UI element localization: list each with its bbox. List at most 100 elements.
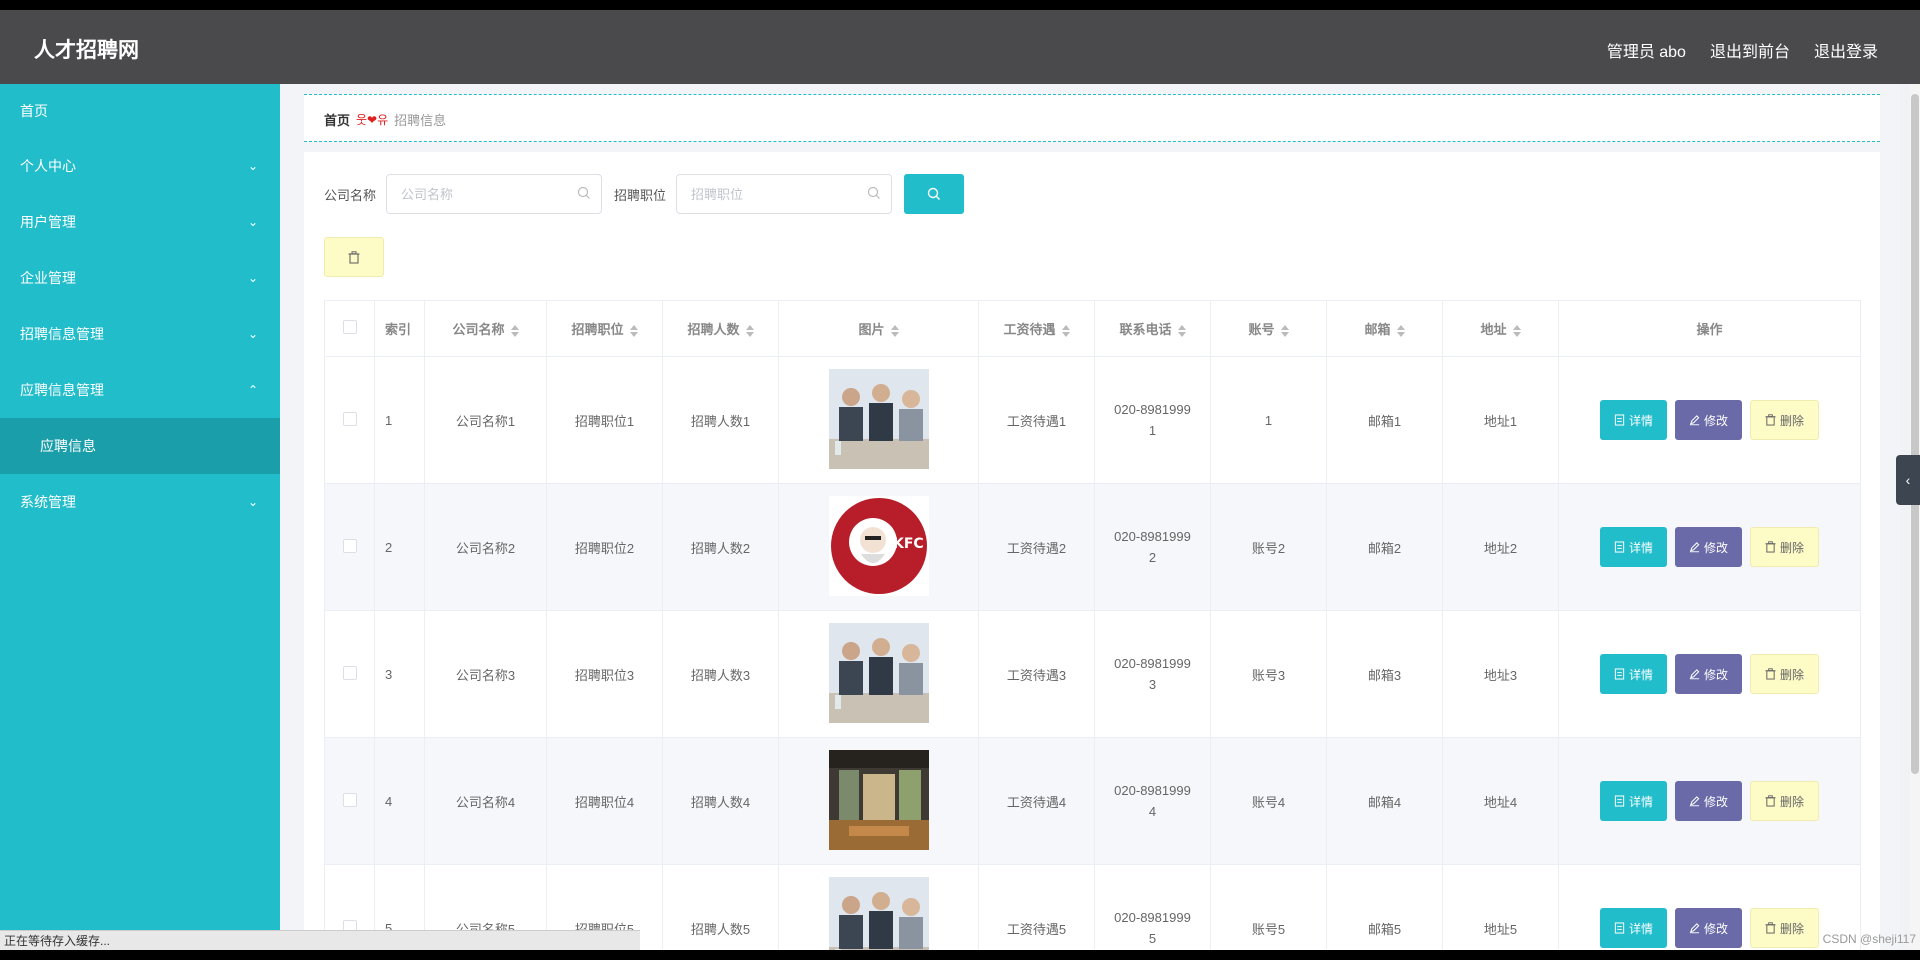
cell-phone: 020-8981999 3 (1094, 610, 1211, 738)
sort-icon[interactable] (1280, 324, 1289, 337)
chevron-down-icon: ⌄ (247, 159, 258, 173)
sort-icon[interactable] (1061, 324, 1070, 337)
edit-button[interactable]: 修改 (1674, 781, 1742, 821)
trash-icon (348, 250, 360, 264)
column-header-account[interactable]: 账号 (1210, 300, 1327, 357)
scrollbar-thumb[interactable] (1911, 94, 1919, 774)
position-input[interactable] (677, 175, 848, 213)
sidebar-item-recruitment-management[interactable]: 招聘信息管理 ⌄ (0, 306, 280, 362)
cell-image[interactable] (778, 610, 979, 738)
delete-button[interactable]: 删除 (1750, 908, 1820, 948)
table-row[interactable]: 3 公司名称3 招聘职位3 招聘人数3 工资待遇3 020-8981999 3 账号3 邮箱3 地… (324, 610, 1861, 738)
chevron-down-icon: ⌄ (247, 271, 258, 285)
sort-icon[interactable] (1177, 324, 1186, 337)
sort-icon[interactable] (1512, 324, 1521, 337)
row-checkbox[interactable] (342, 411, 357, 426)
column-header-email[interactable]: 邮箱 (1326, 300, 1443, 357)
cell-count: 招聘人数5 (662, 864, 779, 950)
edit-button[interactable]: 修改 (1674, 527, 1742, 567)
delete-button[interactable]: 删除 (1750, 527, 1820, 567)
breadcrumb-home[interactable]: 首页 (324, 110, 350, 129)
column-header-address[interactable]: 地址 (1442, 300, 1559, 357)
row-checkbox[interactable] (342, 792, 357, 807)
cell-account: 账号3 (1210, 610, 1327, 738)
logout-link[interactable]: 退出登录 (1814, 38, 1878, 62)
sort-icon[interactable] (1396, 324, 1405, 337)
row-select-cell (324, 483, 375, 611)
bulk-delete-button[interactable] (324, 237, 384, 277)
edit-button[interactable]: 修改 (1674, 400, 1742, 440)
phone-line-2: 1 (1148, 423, 1157, 438)
chevron-down-icon: ⌄ (247, 215, 258, 229)
column-header-company[interactable]: 公司名称 (424, 300, 547, 357)
cell-email: 邮箱4 (1326, 737, 1443, 865)
breadcrumb-bar: 首页 웃❤유 招聘信息 (304, 94, 1880, 142)
cell-actions: 详情 修改 删除 (1558, 483, 1861, 611)
cell-index: 1 (374, 356, 425, 484)
sort-icon[interactable] (745, 324, 754, 337)
trash-icon (1765, 414, 1776, 426)
detail-button[interactable]: 详情 (1599, 781, 1667, 821)
sidebar-item-system-management[interactable]: 系统管理 ⌄ (0, 474, 280, 530)
exit-to-front-link[interactable]: 退出到前台 (1710, 38, 1790, 62)
select-all-checkbox[interactable] (342, 320, 357, 334)
position-label: 招聘职位 (614, 187, 667, 203)
cell-actions: 详情 修改 删除 (1558, 864, 1861, 950)
cell-address: 地址3 (1442, 610, 1559, 738)
column-header-phone[interactable]: 联系电话 (1094, 300, 1211, 357)
delete-button[interactable]: 删除 (1750, 654, 1820, 694)
phone-line-2: 5 (1148, 931, 1157, 946)
table-row[interactable]: 1 公司名称1 招聘职位1 招聘人数1 工资待遇1 020-8981999 1 1 邮箱1 地址1… (324, 356, 1861, 484)
delete-button[interactable]: 删除 (1750, 781, 1820, 821)
sidebar-item-personal-center[interactable]: 个人中心 ⌄ (0, 138, 280, 194)
sidebar-item-user-management[interactable]: 用户管理 ⌄ (0, 194, 280, 250)
sort-icon[interactable] (510, 324, 519, 337)
document-icon (1614, 414, 1625, 426)
edit-button[interactable]: 修改 (1674, 908, 1742, 948)
cell-salary: 工资待遇1 (978, 356, 1095, 484)
cell-address: 地址5 (1442, 864, 1559, 950)
edit-icon (1689, 923, 1700, 934)
cell-image[interactable] (778, 356, 979, 484)
sort-icon[interactable] (890, 324, 899, 337)
cell-image[interactable] (778, 737, 979, 865)
column-header-count[interactable]: 招聘人数 (662, 300, 779, 357)
recruitment-table: 索引 公司名称 招聘职位 招聘人数 图片 工资待遇 联系电话 账号 邮箱 地址 … (324, 300, 1861, 950)
chevron-left-icon: ‹ (1905, 472, 1911, 488)
sidebar-item-label: 首页 (20, 103, 48, 119)
detail-button[interactable]: 详情 (1599, 654, 1667, 694)
sidebar-item-home[interactable]: 首页 (0, 84, 280, 138)
trash-icon (1765, 541, 1776, 553)
detail-button[interactable]: 详情 (1599, 908, 1667, 948)
cell-company: 公司名称3 (424, 610, 547, 738)
sidebar-item-company-management[interactable]: 企业管理 ⌄ (0, 250, 280, 306)
cell-address: 地址4 (1442, 737, 1559, 865)
column-header-image[interactable]: 图片 (778, 300, 979, 357)
column-header-salary[interactable]: 工资待遇 (978, 300, 1095, 357)
cell-image[interactable] (778, 864, 979, 950)
edit-button[interactable]: 修改 (1674, 654, 1742, 694)
row-checkbox[interactable] (342, 538, 357, 553)
delete-button[interactable]: 删除 (1750, 400, 1820, 440)
edit-icon (1689, 542, 1700, 553)
position-field (676, 174, 893, 214)
detail-button[interactable]: 详情 (1599, 527, 1667, 567)
cell-image[interactable]: KFC (778, 483, 979, 611)
sidebar-item-application-info[interactable]: 应聘信息 (0, 418, 280, 474)
sort-icon[interactable] (629, 324, 638, 337)
site-brand[interactable]: 人才招聘网 (34, 34, 139, 64)
column-header-position[interactable]: 招聘职位 (546, 300, 663, 357)
phone-line-1: 020-8981999 (1114, 529, 1191, 544)
sidebar-item-label: 系统管理 (20, 494, 76, 510)
document-icon (1614, 922, 1625, 934)
row-checkbox[interactable] (342, 665, 357, 680)
table-row[interactable]: 4 公司名称4 招聘职位4 招聘人数4 工资待遇4 020-8981999 4 账号4 邮箱4 地… (324, 737, 1861, 865)
phone-line-2: 3 (1148, 677, 1157, 692)
collapse-panel-button[interactable]: ‹ (1896, 455, 1920, 505)
detail-button[interactable]: 详情 (1599, 400, 1667, 440)
sidebar-item-application-management[interactable]: 应聘信息管理 ⌃ (0, 362, 280, 418)
table-row[interactable]: 2 公司名称2 招聘职位2 招聘人数2 KFC 工资待遇2 020-8981999 2 账号2 邮… (324, 483, 1861, 611)
cell-count: 招聘人数2 (662, 483, 779, 611)
company-name-input[interactable] (387, 175, 558, 213)
search-button[interactable] (904, 174, 965, 214)
